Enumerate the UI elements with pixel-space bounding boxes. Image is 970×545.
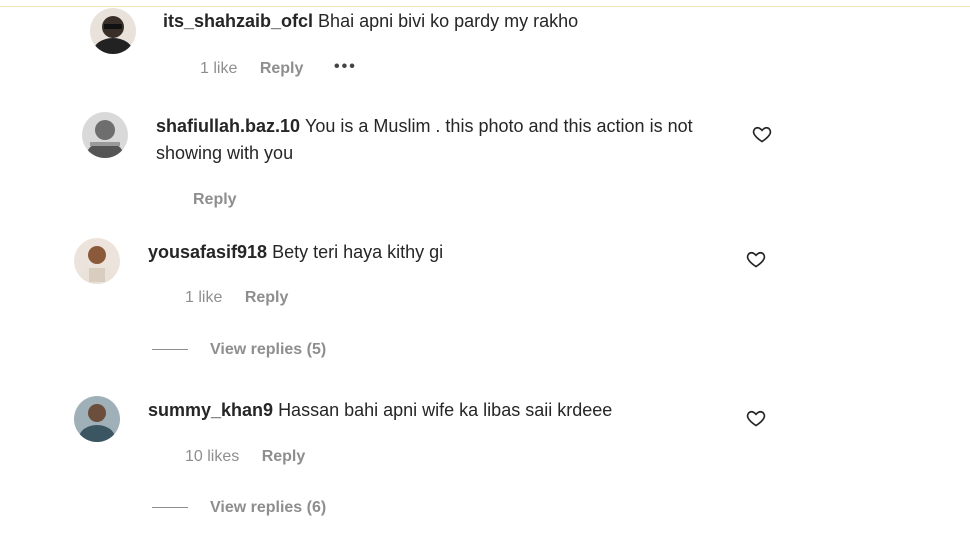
like-count[interactable]: 1 like	[200, 60, 237, 77]
reply-button[interactable]: Reply	[260, 60, 304, 77]
heart-icon[interactable]	[746, 408, 766, 428]
comment-username[interactable]: its_shahzaib_ofcl	[163, 11, 313, 31]
like-count[interactable]: 10 likes	[185, 448, 239, 465]
comment-text: shafiullah.baz.10 You is a Muslim . this …	[156, 113, 736, 167]
like-count[interactable]: 1 like	[185, 289, 222, 306]
avatar[interactable]	[90, 8, 136, 54]
comment-body: Bety teri haya kithy gi	[272, 242, 444, 262]
comment-body: Bhai apni bivi ko pardy my rakho	[318, 11, 579, 31]
comment-actions: 10 likes Reply	[185, 448, 323, 466]
view-replies-label: View replies (5)	[210, 341, 327, 358]
avatar[interactable]	[74, 396, 120, 442]
comment-actions: Reply	[193, 191, 255, 209]
comment-body: Hassan bahi apni wife ka libas saii krde…	[278, 400, 613, 420]
view-replies-button[interactable]: View replies (6)	[152, 499, 326, 517]
view-replies-line	[152, 507, 188, 509]
comment-text: summy_khan9 Hassan bahi apni wife ka liba…	[148, 397, 728, 424]
reply-button[interactable]: Reply	[262, 448, 306, 465]
comment-actions: 1 like Reply	[185, 289, 306, 307]
comment-text: yousafasif918 Bety teri haya kithy gi	[148, 239, 728, 266]
comment-text: its_shahzaib_ofcl Bhai apni bivi ko pardy…	[163, 8, 723, 35]
view-replies-line	[152, 349, 188, 351]
comment-username[interactable]: yousafasif918	[148, 242, 267, 262]
view-replies-button[interactable]: View replies (5)	[152, 341, 326, 359]
avatar[interactable]	[82, 112, 128, 158]
view-replies-label: View replies (6)	[210, 499, 327, 516]
comment-username[interactable]: shafiullah.baz.10	[156, 116, 300, 136]
avatar[interactable]	[74, 238, 120, 284]
more-options-icon[interactable]: •••	[334, 58, 357, 76]
comment-username[interactable]: summy_khan9	[148, 400, 273, 420]
heart-icon[interactable]	[752, 124, 772, 144]
top-divider	[0, 6, 970, 7]
reply-button[interactable]: Reply	[193, 191, 237, 208]
comment-actions: 1 like Reply	[200, 60, 321, 78]
reply-button[interactable]: Reply	[245, 289, 289, 306]
heart-icon[interactable]	[746, 249, 766, 269]
